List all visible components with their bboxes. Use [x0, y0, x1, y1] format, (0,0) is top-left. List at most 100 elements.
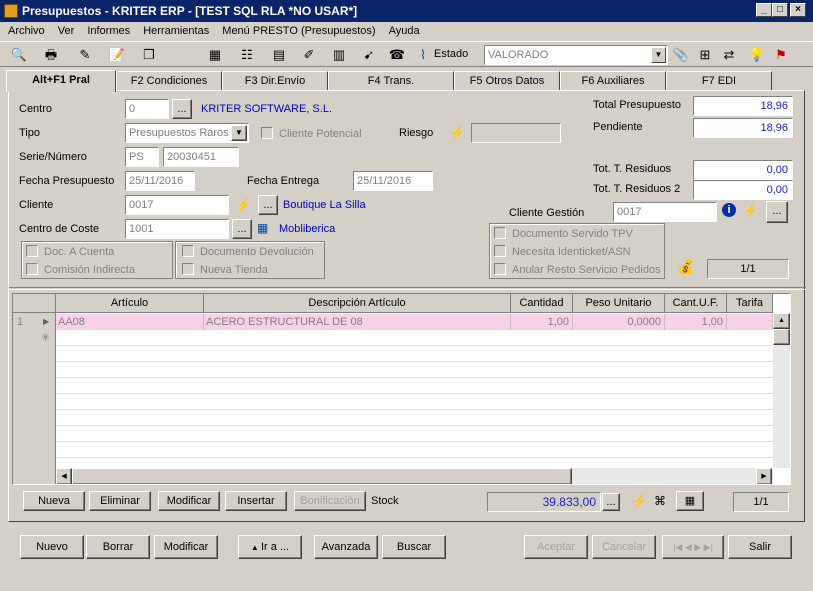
col-tarifa[interactable]: Tarifa — [727, 294, 773, 313]
tab-condiciones[interactable]: F2 Condiciones — [116, 71, 222, 91]
shuffle-icon[interactable]: ➹ — [360, 46, 378, 64]
menu-informes[interactable]: Informes — [87, 25, 130, 37]
centro-coste-field[interactable]: 1001 — [125, 219, 229, 239]
coste-lookup-button[interactable]: ... — [232, 219, 252, 239]
phone-icon[interactable]: ☎ — [388, 46, 406, 64]
nuevo-button[interactable]: Nuevo — [20, 535, 84, 559]
menu-herramientas[interactable]: Herramientas — [143, 25, 209, 37]
nueva-tienda-checkbox[interactable]: Nueva Tienda — [182, 263, 268, 276]
scroll-right-icon[interactable]: ▶ — [756, 468, 772, 484]
cancelar-button[interactable]: Cancelar — [592, 535, 656, 559]
horizontal-thumb[interactable] — [72, 468, 572, 484]
anular-checkbox[interactable]: Anular Resto Servicio Pedidos — [494, 263, 661, 276]
cell-cantuf[interactable]: 1,00 — [665, 314, 727, 330]
chart-icon[interactable]: ▥ — [330, 46, 348, 64]
cliente-lookup-button[interactable]: ... — [258, 195, 278, 215]
bonificacion-button[interactable]: Bonificación — [294, 491, 366, 511]
print-icon[interactable]: 🖶 — [42, 46, 60, 64]
devolucion-checkbox[interactable]: Documento Devolución — [182, 245, 314, 258]
horizontal-scrollbar[interactable]: ◀ ▶ — [56, 468, 773, 484]
insertar-line-button[interactable]: Insertar — [225, 491, 287, 511]
menu-presto[interactable]: Menú PRESTO (Presupuestos) — [222, 25, 375, 37]
tree-icon[interactable]: ☷ — [238, 46, 256, 64]
scroll-thumb[interactable] — [773, 329, 790, 345]
cliente-gestion-lookup-button[interactable]: ... — [766, 201, 788, 223]
maximize-icon[interactable]: □ — [772, 3, 788, 17]
exit-icon[interactable]: ⚑ — [772, 46, 790, 64]
attach-icon[interactable]: 📎 — [672, 46, 690, 64]
numero-field[interactable]: 20030451 — [163, 147, 239, 167]
centro-name[interactable]: KRITER SOFTWARE, S.L. — [201, 103, 332, 115]
edit-doc-icon[interactable]: 📝 — [108, 46, 126, 64]
centro-field[interactable]: 0 — [125, 99, 169, 119]
lightning-icon[interactable]: ⚡ — [235, 197, 251, 213]
lightning-icon[interactable]: ⚡ — [631, 493, 647, 509]
calc-icon[interactable]: ▦ — [206, 46, 224, 64]
identicket-checkbox[interactable]: Necesita Identicket/ASN — [494, 245, 631, 258]
col-descripcion[interactable]: Descripción Artículo — [204, 294, 511, 313]
cell-tarifa[interactable] — [727, 314, 773, 330]
list-icon[interactable]: ▤ — [270, 46, 288, 64]
money-bag-icon[interactable]: 💰 — [677, 259, 694, 276]
cliente-field[interactable]: 0017 — [125, 195, 229, 215]
cell-cantidad[interactable]: 1,00 — [511, 314, 573, 330]
vertical-scrollbar[interactable]: ▲ — [773, 313, 790, 468]
note-icon[interactable]: ✐ — [300, 46, 318, 64]
cliente-potencial-checkbox[interactable]: Cliente Potencial — [261, 127, 362, 140]
binoculars-icon[interactable]: ⌘ — [654, 494, 666, 508]
close-icon[interactable]: × — [790, 3, 806, 17]
col-cantuf[interactable]: Cant.U.F. — [665, 294, 727, 313]
tab-edi[interactable]: F7 EDI — [666, 71, 772, 91]
nueva-line-button[interactable]: Nueva — [23, 491, 85, 511]
lightning-icon[interactable]: ⚡ — [742, 203, 758, 219]
buscar-button[interactable]: Buscar — [382, 535, 446, 559]
aceptar-button[interactable]: Aceptar — [524, 535, 588, 559]
tpv-checkbox[interactable]: Documento Servido TPV — [494, 227, 633, 240]
cliente-gestion-field[interactable]: 0017 — [613, 202, 717, 222]
menu-ayuda[interactable]: Ayuda — [389, 25, 420, 37]
menu-ver[interactable]: Ver — [58, 25, 75, 37]
cell-peso[interactable]: 0,0000 — [573, 314, 665, 330]
col-peso[interactable]: Peso Unitario — [573, 294, 665, 313]
tab-dir-envio[interactable]: F3 Dir.Envío — [222, 71, 328, 91]
tab-otros-datos[interactable]: F5 Otros Datos — [454, 71, 560, 91]
borrar-button[interactable]: Borrar — [86, 535, 150, 559]
export-icon[interactable]: ⇄ — [720, 46, 738, 64]
serie-field[interactable]: PS — [125, 147, 159, 167]
cell-descripcion[interactable]: ACERO ESTRUCTURAL DE 08 — [206, 314, 511, 330]
record-nav[interactable]: |◀ ◀ ▶ ▶| — [662, 535, 724, 559]
scroll-up-icon[interactable]: ▲ — [773, 313, 790, 329]
modificar-button[interactable]: Modificar — [154, 535, 218, 559]
estado-select[interactable]: VALORADO ▼ — [484, 45, 668, 65]
copy-icon[interactable]: ❐ — [140, 46, 158, 64]
comision-checkbox[interactable]: Comisión Indirecta — [26, 263, 135, 276]
tab-principal[interactable]: Alt+F1 Pral — [6, 70, 116, 92]
tab-auxiliares[interactable]: F6 Auxiliares — [560, 71, 666, 91]
cliente-name[interactable]: Boutique La Silla — [283, 199, 366, 211]
doc-cuenta-checkbox[interactable]: Doc. A Cuenta — [26, 245, 114, 258]
avanzada-button[interactable]: Avanzada — [314, 535, 378, 559]
menu-archivo[interactable]: Archivo — [8, 25, 45, 37]
scroll-left-icon[interactable]: ◀ — [56, 468, 72, 484]
tab-trans[interactable]: F4 Trans. — [328, 71, 454, 91]
eliminar-line-button[interactable]: Eliminar — [89, 491, 151, 511]
coste-name[interactable]: Mobliberica — [279, 223, 335, 235]
preview-icon[interactable]: 🔍 — [10, 46, 28, 64]
tipo-dropdown-icon[interactable]: ▼ — [231, 125, 247, 141]
col-cantidad[interactable]: Cantidad — [511, 294, 573, 313]
tools-icon[interactable]: ✎ — [76, 46, 94, 64]
centro-lookup-button[interactable]: ... — [172, 99, 192, 119]
salir-button[interactable]: Salir — [728, 535, 792, 559]
fecha-entrega-field[interactable]: 25/11/2016 — [353, 171, 433, 191]
minimize-icon[interactable]: _ — [756, 3, 772, 17]
ira-button[interactable]: ▲ Ir a ... — [238, 535, 302, 559]
network-icon[interactable]: ⊞ — [696, 46, 714, 64]
table-view-icon[interactable]: ▦ — [676, 491, 704, 511]
stock-lookup-button[interactable]: ... — [602, 493, 620, 511]
modificar-line-button[interactable]: Modificar — [158, 491, 220, 511]
fecha-presupuesto-field[interactable]: 25/11/2016 — [125, 171, 195, 191]
cell-articulo[interactable]: AA08 — [58, 314, 204, 330]
clip-icon[interactable]: ⌇ — [414, 46, 432, 64]
info-icon[interactable]: i — [722, 203, 736, 217]
col-articulo[interactable]: Artículo — [56, 294, 204, 313]
